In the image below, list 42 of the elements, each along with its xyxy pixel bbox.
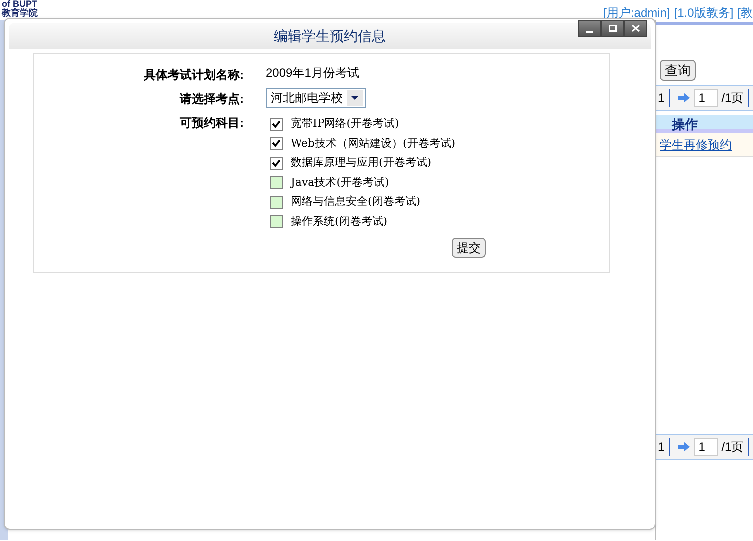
query-button[interactable]: 查询 — [660, 60, 696, 81]
dialog-title: 编辑学生预约信息 — [274, 26, 386, 46]
close-icon — [632, 25, 640, 32]
page-total: /1页 — [722, 89, 749, 107]
caret-icon — [347, 90, 363, 106]
user-link[interactable]: [教 — [738, 4, 753, 22]
user-link[interactable]: [1.0版教务] — [674, 4, 734, 22]
maximize-icon — [608, 25, 616, 32]
arrow-right-icon[interactable] — [678, 441, 690, 453]
field-label: 请选择考点: — [178, 91, 245, 108]
page-count: 1 — [658, 438, 670, 456]
page-total: /1页 — [722, 438, 749, 456]
page-count: 1 — [658, 89, 670, 107]
maximize-button[interactable] — [601, 20, 624, 37]
close-button[interactable] — [624, 20, 647, 37]
subject-label: 宽带IP网络(开卷考试) — [291, 116, 400, 132]
page-input[interactable]: 1 — [694, 438, 718, 456]
check-icon — [272, 158, 281, 168]
checkbox[interactable] — [270, 118, 283, 131]
checkbox[interactable] — [270, 196, 283, 209]
checkbox[interactable] — [270, 176, 283, 190]
subject-label: 操作系统(闭卷考试) — [291, 214, 388, 230]
table-header: 操作 — [656, 115, 753, 133]
subject-label: 数据库原理与应用(开卷考试) — [291, 155, 432, 171]
field-label: 可预约科目: — [179, 115, 245, 132]
plan-name-value: 2009年1月份考试 — [266, 66, 360, 80]
arrow-right-icon[interactable] — [678, 92, 690, 104]
check-icon — [272, 139, 281, 148]
subject-label: Java技术(开卷考试) — [291, 174, 390, 190]
minimize-button[interactable] — [578, 20, 601, 37]
checkbox[interactable] — [270, 215, 283, 228]
minimize-icon — [586, 30, 593, 32]
submit-button[interactable]: 提交 — [452, 238, 486, 258]
exam-site-select[interactable]: 河北邮电学校 — [266, 88, 366, 108]
subject-label: Web技术（网站建设）(开卷考试) — [291, 136, 456, 152]
checkbox[interactable] — [270, 137, 283, 150]
logo: of BUPT 教育学院 — [0, 0, 38, 18]
page-input[interactable]: 1 — [694, 89, 718, 107]
check-icon — [272, 120, 281, 129]
field-label: 具体考试计划名称: — [143, 67, 245, 84]
subject-label: 网络与信息安全(闭卷考试) — [291, 194, 421, 210]
checkbox[interactable] — [270, 156, 283, 170]
